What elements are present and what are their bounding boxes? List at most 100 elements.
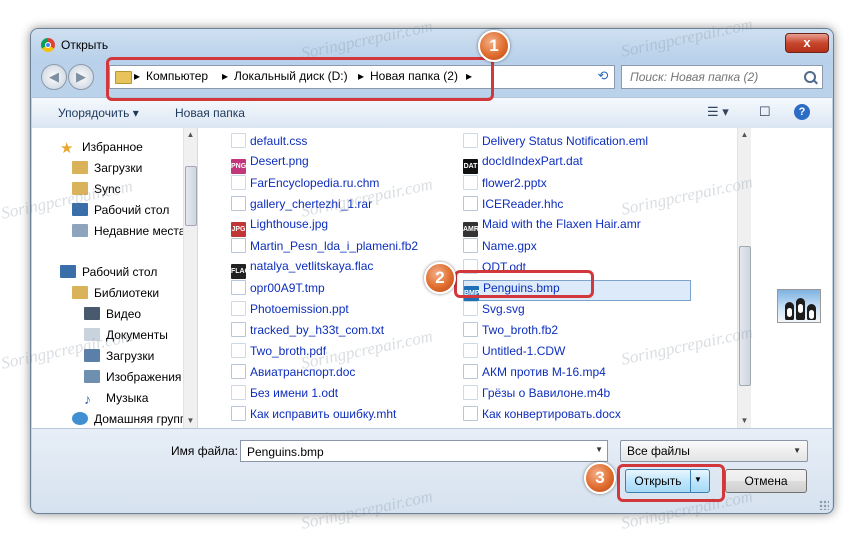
sidebar-item-homegroup[interactable]: Домашняя группа	[72, 412, 193, 428]
sidebar-scrollbar[interactable]: ▲ ▼	[183, 128, 197, 428]
file-item[interactable]: Untitled-1.CDW	[463, 343, 565, 362]
file-name: Untitled-1.CDW	[482, 344, 566, 358]
sidebar-item-music[interactable]: ♪ Музыка	[84, 391, 148, 409]
forward-button[interactable]: ▶	[68, 64, 94, 90]
close-button[interactable]: x	[785, 33, 829, 53]
file-item[interactable]: ICEReader.hhc	[463, 196, 563, 215]
sidebar-item-pictures[interactable]: Изображения	[84, 370, 181, 388]
file-item[interactable]: Martin_Pesn_lda_i_plameni.fb2	[231, 238, 418, 257]
file-item[interactable]: Грёзы о Вавилоне.m4b	[463, 385, 610, 404]
sidebar-item-documents[interactable]: Документы	[84, 328, 168, 346]
sidebar-item-label: Библиотеки	[94, 286, 160, 300]
file-item[interactable]: tracked_by_h33t_com.txt	[231, 322, 384, 341]
file-name: Two_broth.pdf	[250, 344, 327, 358]
scroll-thumb[interactable]	[185, 166, 197, 226]
sidebar-item-desktop-root[interactable]: Рабочий стол	[60, 265, 157, 283]
file-name: Desert.png	[250, 154, 309, 168]
file-item[interactable]: opr00A9T.tmp	[231, 280, 325, 299]
sidebar-item-downloads[interactable]: Загрузки	[72, 161, 142, 179]
file-item[interactable]: gallery_chertezhi_1.rar	[231, 196, 372, 215]
sidebar-item-favorites[interactable]: ★ Избранное	[60, 140, 143, 158]
scroll-up-icon[interactable]: ▲	[184, 128, 197, 142]
file-name: flower2.pptx	[482, 176, 547, 190]
penguin-shape	[785, 302, 794, 320]
file-list-scrollbar[interactable]: ▲ ▼	[737, 128, 751, 428]
file-item[interactable]: Как исправить ошибку.mht	[231, 406, 396, 425]
annotation-box-file	[454, 270, 594, 298]
file-item[interactable]: DAT docIdIndexPart.dat	[463, 154, 583, 174]
sidebar-item-recent-places[interactable]: Недавние места	[72, 224, 185, 242]
css-file-icon	[231, 133, 246, 148]
downloads-folder-icon	[72, 161, 88, 174]
preview-pane-button[interactable]: ☐	[759, 104, 771, 122]
scroll-thumb[interactable]	[739, 246, 751, 386]
back-button[interactable]: ◀	[41, 64, 67, 90]
file-name: default.css	[250, 134, 308, 148]
svg-file-icon	[463, 301, 478, 316]
file-item[interactable]: Two_broth.fb2	[463, 322, 558, 341]
scroll-up-icon[interactable]: ▲	[738, 128, 751, 142]
search-box[interactable]	[621, 65, 823, 89]
organize-button[interactable]: Упорядочить ▾	[58, 106, 139, 120]
file-name: docIdIndexPart.dat	[482, 154, 583, 168]
file-item[interactable]: PNG Desert.png	[231, 154, 309, 174]
file-name: Two_broth.fb2	[482, 323, 559, 337]
gpx-file-icon	[463, 238, 478, 253]
file-item[interactable]: Delivery Status Notification.eml	[463, 133, 648, 152]
file-item[interactable]: JPG Lighthouse.jpg	[231, 217, 328, 237]
refresh-icon[interactable]: ⟲	[593, 65, 613, 87]
file-item[interactable]: FLACnatalya_vetlitskaya.flac	[231, 259, 373, 279]
file-name: Как конвертировать.docx	[482, 407, 621, 421]
file-item[interactable]: АКМ против М-16.mp4	[463, 364, 606, 383]
scroll-down-icon[interactable]: ▼	[738, 414, 751, 428]
file-item[interactable]: Svg.svg	[463, 301, 525, 320]
help-icon[interactable]: ?	[794, 104, 810, 120]
file-item[interactable]: Без имени 1.odt	[231, 385, 338, 404]
filename-label: Имя файла:	[171, 444, 238, 458]
sidebar-item-sync[interactable]: Sync	[72, 182, 121, 200]
chevron-down-icon[interactable]: ▼	[595, 445, 603, 454]
sidebar-item-label: Изображения	[106, 370, 182, 384]
sidebar-item-lib-downloads[interactable]: Загрузки	[84, 349, 154, 367]
sidebar-item-label: Рабочий стол	[94, 203, 170, 217]
file-item[interactable]: Как конвертировать.docx	[463, 406, 621, 425]
annotation-badge-2: 2	[424, 262, 456, 294]
search-icon[interactable]	[804, 71, 816, 83]
file-item[interactable]: FarEncyclopedia.ru.chm	[231, 175, 379, 194]
view-menu-button[interactable]: ☰ ▾	[707, 104, 729, 122]
search-input[interactable]	[628, 69, 802, 85]
file-item[interactable]: AMR Maid with the Flaxen Hair.amr	[463, 217, 641, 237]
tmp-file-icon	[231, 280, 246, 295]
sync-folder-icon	[72, 182, 88, 195]
sidebar-item-label: Недавние места	[94, 224, 186, 238]
sidebar-item-video[interactable]: Видео	[84, 307, 141, 325]
file-item[interactable]: Авиатранспорт.doc	[231, 364, 355, 383]
file-name: FarEncyclopedia.ru.chm	[250, 176, 380, 190]
file-item[interactable]: Two_broth.pdf	[231, 343, 326, 362]
scroll-down-icon[interactable]: ▼	[184, 414, 197, 428]
file-item[interactable]: default.css	[231, 133, 307, 152]
file-name: Как исправить ошибку.mht	[250, 407, 397, 421]
cancel-button[interactable]: Отмена	[725, 469, 807, 493]
file-name: Грёзы о Вавилоне.m4b	[482, 386, 611, 400]
file-item[interactable]: Name.gpx	[463, 238, 537, 257]
file-item[interactable]: Photoemission.ppt	[231, 301, 349, 320]
sidebar-item-libraries[interactable]: Библиотеки	[72, 286, 159, 304]
file-item[interactable]: flower2.pptx	[463, 175, 547, 194]
chm-file-icon	[231, 175, 246, 190]
cdw-file-icon	[463, 343, 478, 358]
window-title: Открыть	[61, 38, 109, 52]
sidebar-item-desktop[interactable]: Рабочий стол	[72, 203, 169, 221]
filetype-value: Все файлы	[627, 444, 690, 458]
m4b-file-icon	[463, 385, 478, 400]
recent-places-icon	[72, 224, 88, 237]
filename-input[interactable]	[245, 444, 589, 460]
pptx-file-icon	[463, 175, 478, 190]
filetype-select[interactable]: Все файлы ▼	[620, 440, 808, 462]
filename-field[interactable]: ▼	[240, 440, 608, 462]
navigation-pane: ★ Избранное Загрузки Sync Рабочий стол Не…	[32, 128, 198, 428]
rar-file-icon	[231, 196, 246, 211]
sidebar-item-label: Рабочий стол	[82, 265, 158, 279]
new-folder-button[interactable]: Новая папка	[175, 106, 245, 120]
resize-grip[interactable]	[819, 500, 829, 510]
